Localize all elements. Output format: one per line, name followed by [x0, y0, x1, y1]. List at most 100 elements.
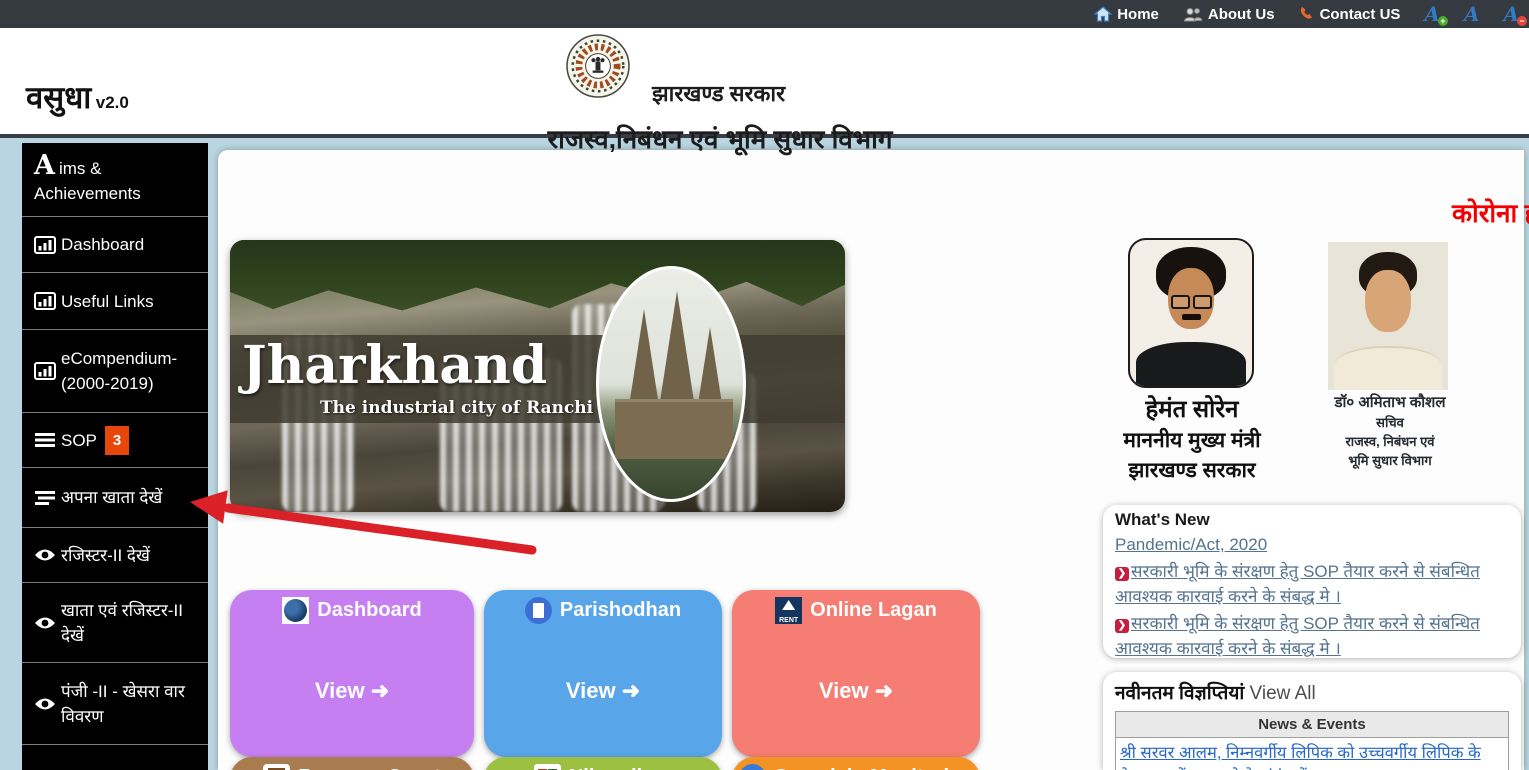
glasses-icon	[1193, 295, 1211, 308]
online-lagan-card[interactable]: RENT Online Lagan View ➜	[732, 590, 980, 757]
sop-count-badge: 3	[105, 426, 129, 455]
avatar-body	[1136, 342, 1246, 386]
complain-monitoring-card[interactable]: Complain Monitoring	[732, 757, 980, 770]
sidebar-item-label: Useful Links	[61, 289, 154, 314]
about-us-link[interactable]: About Us	[1183, 6, 1275, 23]
avatar-face	[1365, 270, 1411, 332]
page: { "topbar": { "home": "Home", "about_us"…	[0, 0, 1529, 770]
phone-icon	[1299, 6, 1315, 22]
menu-list-icon	[34, 490, 56, 506]
home-link[interactable]: Home	[1094, 6, 1159, 23]
plus-icon: +	[1438, 16, 1448, 26]
sidebar-item-sop[interactable]: SOP 3	[22, 413, 208, 468]
right-arrow-icon: ➜	[371, 678, 389, 703]
parishodhan-card[interactable]: Parishodhan View ➜	[484, 590, 722, 757]
card-title: Dashboard	[317, 599, 421, 622]
news-item[interactable]: ❯सरकारी भूमि के संरक्षण हेतु SOP तैयार क…	[1115, 559, 1509, 609]
brand-name: वसुधा	[26, 80, 91, 116]
font-normal-button[interactable]: A	[1464, 4, 1480, 24]
sidebar-item-label: Dashboard	[61, 232, 144, 257]
official-name: डॉ० अमिताभ कौशल	[1312, 392, 1468, 413]
card-header: Nibandhan	[484, 757, 722, 770]
eye-icon	[34, 548, 56, 562]
sidebar-item-dashboard[interactable]: Dashboard	[22, 217, 208, 273]
card-title: Revenue Court	[298, 766, 440, 770]
brand-logo: वसुधा v2.0	[26, 76, 129, 118]
government-name: झारखण्ड सरकार	[652, 78, 785, 108]
complaint-doc-icon	[739, 764, 766, 770]
news-link[interactable]: सरकारी भूमि के संरक्षण हेतु SOP तैयार कर…	[1115, 562, 1480, 606]
avatar-body	[1334, 346, 1442, 390]
latest-notices-panel: नवीनतम विज्ञप्तियां View All News & Even…	[1103, 672, 1521, 770]
home-label: Home	[1117, 6, 1159, 23]
sidebar-item-khata-register2[interactable]: खाता एवं रजिस्टर-II देखें	[22, 583, 208, 663]
minus-icon: −	[1517, 16, 1527, 26]
news-item-clipped[interactable]: Pandemic/Act, 2020	[1115, 532, 1509, 557]
temple-inset-image	[596, 266, 746, 502]
table-row[interactable]: श्री सरवर आलम, निम्नवर्गीय लिपिक को उच्च…	[1116, 738, 1509, 770]
site-header: वसुधा v2.0 झारखण्ड सरकार राजस्व,निबंधन ए…	[0, 28, 1529, 138]
news-link[interactable]: सरकारी भूमि के संरक्षण हेतु SOP तैयार कर…	[1115, 614, 1480, 658]
notices-header: नवीनतम विज्ञप्तियां View All	[1115, 679, 1509, 705]
sidebar-item-register2[interactable]: रजिस्टर-II देखें	[22, 528, 208, 583]
news-link[interactable]: Pandemic/Act, 2020	[1115, 535, 1267, 554]
card-title: Nibandhan	[569, 766, 672, 770]
revenue-court-card[interactable]: Revenue Court	[230, 757, 474, 770]
brand-version: v2.0	[96, 93, 129, 112]
chief-minister-caption: हेमंत सोरेन माननीय मुख्य मंत्री झारखण्ड …	[1104, 394, 1280, 486]
notices-title: नवीनतम विज्ञप्तियां	[1115, 683, 1244, 704]
card-header: RENT Online Lagan	[732, 590, 980, 624]
sidebar-item-useful-links[interactable]: Useful Links	[22, 273, 208, 330]
news-item[interactable]: ❯सरकारी भूमि के संरक्षण हेतु SOP तैयार क…	[1115, 611, 1509, 658]
view-label: View	[566, 678, 616, 703]
notice-link[interactable]: श्री सरवर आलम, निम्नवर्गीय लिपिक को उच्च…	[1120, 744, 1481, 770]
official-dept2: भूमि सुधार विभाग	[1312, 451, 1468, 470]
card-header: Revenue Court	[230, 757, 474, 770]
view-button[interactable]: View ➜	[230, 678, 474, 704]
dashboard-globe-icon	[282, 597, 309, 624]
font-decrease-button[interactable]: A −	[1503, 4, 1519, 24]
official-title: माननीय मुख्य मंत्री	[1104, 426, 1280, 456]
glasses-icon	[1171, 295, 1189, 308]
view-button[interactable]: View ➜	[484, 678, 722, 704]
card-title: Online Lagan	[810, 599, 937, 622]
official-title: सचिव	[1312, 413, 1468, 432]
sidebar-item-ecompendium[interactable]: eCompendium-(2000-2019)	[22, 330, 208, 413]
jharkhand-state-emblem-icon	[566, 34, 630, 103]
font-normal-letter: A	[1464, 2, 1480, 26]
sidebar-item-apna-khata[interactable]: अपना खाता देखें	[22, 468, 208, 528]
official-org: झारखण्ड सरकार	[1104, 456, 1280, 486]
chief-minister-photo	[1128, 238, 1254, 388]
sidebar-item-label: खाता एवं रजिस्टर-II देखें	[61, 598, 198, 648]
font-increase-button[interactable]: A +	[1424, 4, 1440, 24]
sidebar-item-label: पंजी -II - खेसरा वार विवरण	[61, 679, 198, 729]
jharkhand-banner-image: Jharkhand The industrial city of Ranchi …	[230, 240, 845, 512]
eye-icon	[34, 697, 56, 711]
official-dept1: राजस्व, निबंधन एवं	[1312, 432, 1468, 451]
temple-base	[615, 399, 733, 459]
news-events-table-header: News & Events	[1116, 712, 1509, 738]
dashboard-card[interactable]: Dashboard View ➜	[230, 590, 474, 757]
whats-new-list: Pandemic/Act, 2020 ❯सरकारी भूमि के संरक्…	[1115, 530, 1509, 658]
whats-new-panel: What's New Pandemic/Act, 2020 ❯सरकारी भू…	[1103, 505, 1521, 658]
view-label: View	[315, 678, 365, 703]
corona-marquee-text: कोरोना ह	[1452, 194, 1529, 230]
view-all-link[interactable]: View All	[1250, 683, 1316, 704]
sidebar-item-label: अपना खाता देखें	[61, 485, 162, 510]
secretary-caption: डॉ० अमिताभ कौशल सचिव राजस्व, निबंधन एवं …	[1312, 392, 1468, 470]
book-icon	[534, 764, 561, 770]
banner-foliage	[230, 240, 845, 312]
people-icon	[1183, 7, 1203, 22]
bar-chart-icon	[34, 362, 56, 380]
avatar-mustache	[1182, 314, 1200, 320]
sidebar-item-clipped[interactable]	[22, 745, 208, 769]
banner-caption-band: Jharkhand The industrial city of Ranchi …	[230, 335, 845, 423]
contact-us-link[interactable]: Contact US	[1299, 6, 1401, 23]
court-gavel-icon	[263, 764, 290, 770]
sidebar-item-panji2-khesra[interactable]: पंजी -II - खेसरा वार विवरण	[22, 663, 208, 745]
card-header: Dashboard	[230, 590, 474, 624]
view-button[interactable]: View ➜	[732, 678, 980, 704]
nibandhan-card[interactable]: Nibandhan	[484, 757, 722, 770]
right-arrow-icon: ➜	[622, 678, 640, 703]
sidebar-item-aims-achievements[interactable]: Aims & Achievements	[22, 143, 208, 217]
